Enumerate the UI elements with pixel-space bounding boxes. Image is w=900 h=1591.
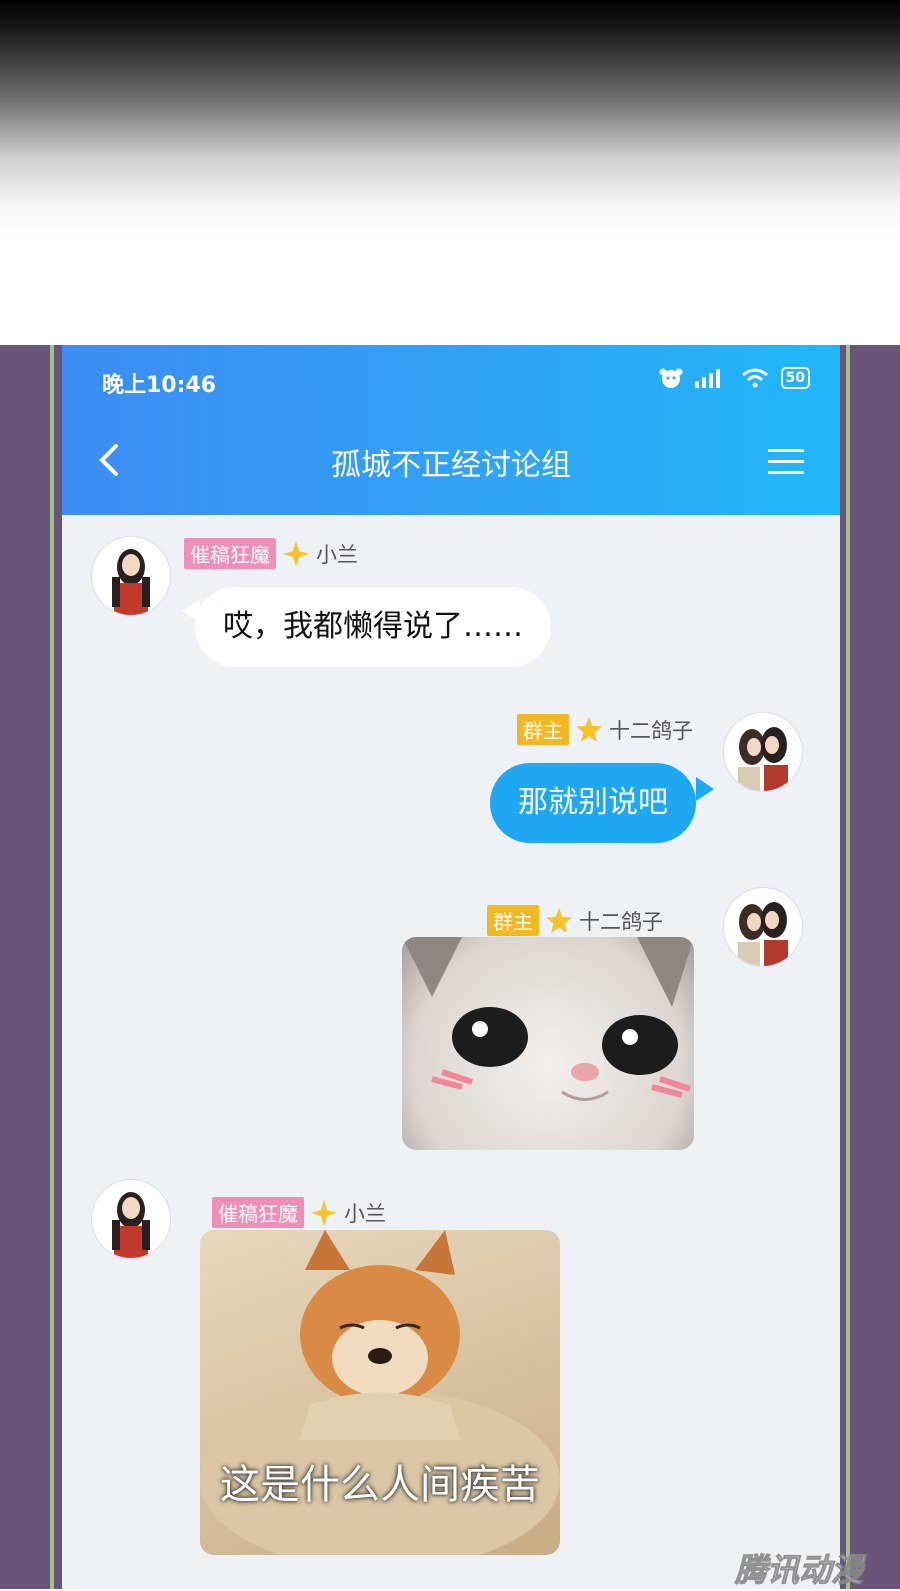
title-badge: 群主: [517, 714, 569, 745]
cat-sticker-image[interactable]: [402, 937, 694, 1150]
title-badge: 催稿狂魔: [184, 538, 276, 569]
top-gradient-bar: [0, 0, 900, 345]
chat-title: 孤城不正经讨论组: [331, 448, 571, 483]
avatar[interactable]: [92, 1180, 170, 1258]
star-icon: [311, 1199, 337, 1226]
status-icons: 50: [659, 367, 810, 389]
right-border: [846, 345, 850, 1589]
message-bubble[interactable]: 那就别说吧: [490, 763, 696, 843]
avatar[interactable]: [724, 713, 802, 791]
watermark-logo: 腾讯动漫: [734, 1551, 864, 1590]
bear-icon: [659, 368, 683, 388]
sender-name: 小兰: [316, 542, 358, 567]
title-badge: 催稿狂魔: [212, 1197, 304, 1228]
image-caption: 这是什么人间疾苦: [220, 1462, 540, 1508]
battery-icon: 50: [780, 367, 810, 389]
signal-icon: [694, 369, 720, 388]
sender-info: 群主 十二鸽子: [517, 714, 693, 745]
avatar[interactable]: [724, 888, 802, 966]
star-icon: [576, 716, 602, 742]
left-border: [50, 345, 54, 1589]
avatar[interactable]: [92, 537, 170, 615]
sender-info: 催稿狂魔 小兰: [184, 538, 358, 569]
star-icon: [283, 540, 309, 567]
sender-info: 催稿狂魔 小兰: [212, 1197, 386, 1228]
bubble-tail: [696, 777, 714, 801]
sender-name: 十二鸽子: [609, 718, 693, 743]
sender-name: 小兰: [344, 1201, 386, 1226]
chat-header: 晚上10:46 50 孤城不正经讨论组: [62, 345, 840, 515]
wifi-icon: [741, 368, 768, 388]
status-time: 晚上10:46: [102, 373, 217, 398]
dog-sticker-image[interactable]: 这是什么人间疾苦: [200, 1230, 560, 1555]
star-icon: [546, 907, 572, 933]
chat-screen: 晚上10:46 50 孤城不正经讨论组 催稿狂魔 小兰 哎，我都懒得说了…… 群…: [62, 345, 840, 1589]
sender-name: 十二鸽子: [579, 909, 663, 934]
message-bubble[interactable]: 哎，我都懒得说了……: [195, 587, 551, 667]
title-badge: 群主: [487, 905, 539, 936]
menu-icon[interactable]: [768, 447, 804, 477]
sender-info: 群主 十二鸽子: [487, 905, 663, 936]
